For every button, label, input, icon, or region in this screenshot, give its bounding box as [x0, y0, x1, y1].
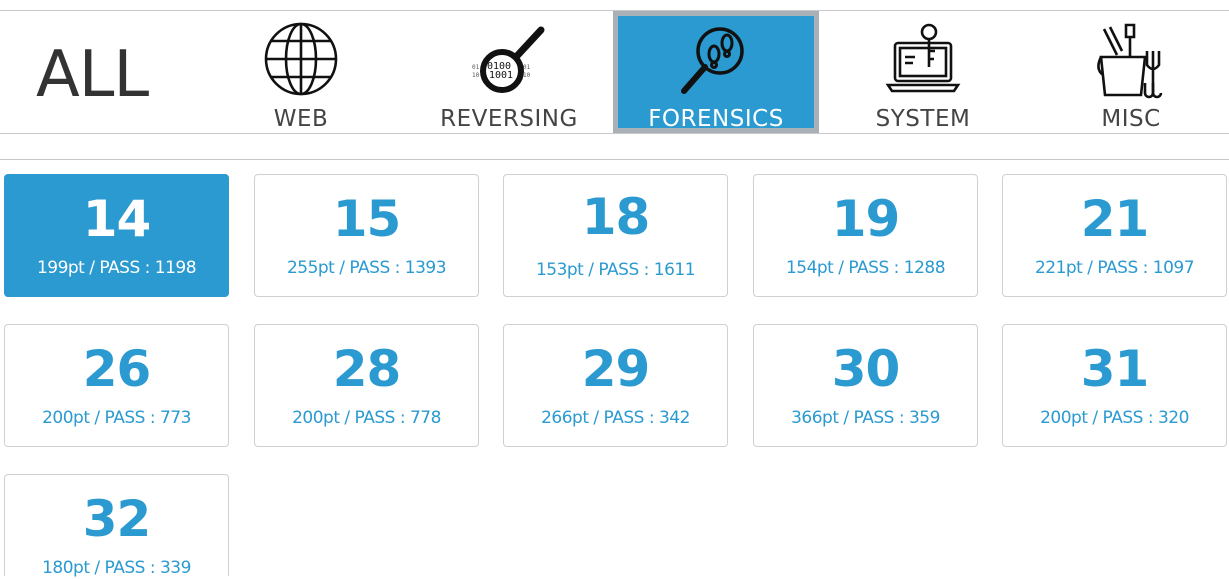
- challenge-card-18[interactable]: 18 153pt / PASS : 1611: [503, 174, 728, 297]
- challenge-info: 153pt / PASS : 1611: [535, 260, 696, 280]
- challenge-number: 29: [581, 340, 651, 398]
- svg-text:01: 01: [472, 64, 480, 71]
- challenge-number: 26: [82, 340, 152, 398]
- svg-text:01: 01: [523, 64, 531, 71]
- challenge-number: 19: [831, 190, 901, 248]
- laptop-key-icon: [883, 21, 963, 101]
- challenge-info: 255pt / PASS : 1393: [286, 258, 447, 278]
- magnifier-footprints-icon: [676, 21, 756, 101]
- category-web[interactable]: WEB: [198, 11, 404, 133]
- header-divider: [0, 133, 1229, 134]
- challenge-info: 154pt / PASS : 1288: [785, 258, 946, 278]
- challenge-card-21[interactable]: 21 221pt / PASS : 1097: [1002, 174, 1227, 297]
- category-forensics[interactable]: FORENSICS: [613, 11, 819, 133]
- challenge-number: 21: [1080, 190, 1150, 248]
- magnifier-binary-icon: 0100 1001 01 10 01 10: [469, 21, 549, 101]
- challenge-number: 30: [831, 340, 901, 398]
- challenge-card-29[interactable]: 29 266pt / PASS : 342: [503, 324, 728, 447]
- category-reversing[interactable]: 0100 1001 01 10 01 10 REVERSING: [406, 11, 612, 133]
- category-all[interactable]: ALL: [36, 40, 149, 110]
- svg-text:10: 10: [523, 72, 531, 79]
- content-divider: [0, 159, 1229, 160]
- challenge-info: 200pt / PASS : 778: [292, 408, 441, 428]
- challenge-info: 200pt / PASS : 320: [1040, 408, 1189, 428]
- challenge-number: 14: [82, 190, 152, 248]
- challenge-info: 221pt / PASS : 1097: [1034, 258, 1195, 278]
- challenge-card-30[interactable]: 30 366pt / PASS : 359: [753, 324, 978, 447]
- category-misc-label: MISC: [1101, 106, 1161, 132]
- challenge-info: 366pt / PASS : 359: [791, 408, 940, 428]
- challenge-number: 28: [332, 340, 402, 398]
- svg-text:1001: 1001: [489, 70, 513, 81]
- challenge-number: 32: [82, 490, 152, 548]
- challenge-card-28[interactable]: 28 200pt / PASS : 778: [254, 324, 479, 447]
- challenge-info: 199pt / PASS : 1198: [36, 258, 197, 278]
- challenge-number: 15: [332, 190, 402, 248]
- challenge-number: 18: [581, 188, 651, 246]
- challenge-card-32[interactable]: 32 180pt / PASS : 339: [4, 474, 229, 578]
- challenge-card-14[interactable]: 14 199pt / PASS : 1198: [4, 174, 229, 297]
- challenge-info: 200pt / PASS : 773: [42, 408, 191, 428]
- category-system-label: SYSTEM: [875, 106, 971, 132]
- category-system[interactable]: SYSTEM: [820, 11, 1026, 133]
- svg-text:10: 10: [472, 72, 480, 79]
- category-misc[interactable]: MISC: [1028, 11, 1229, 133]
- category-reversing-label: REVERSING: [440, 106, 578, 132]
- challenge-card-31[interactable]: 31 200pt / PASS : 320: [1002, 324, 1227, 447]
- category-web-label: WEB: [273, 106, 329, 132]
- challenge-info: 266pt / PASS : 342: [541, 408, 690, 428]
- challenge-card-26[interactable]: 26 200pt / PASS : 773: [4, 324, 229, 447]
- bucket-tools-icon: [1091, 21, 1171, 101]
- globe-icon: [261, 21, 341, 101]
- category-forensics-label: FORENSICS: [648, 106, 784, 132]
- challenge-card-15[interactable]: 15 255pt / PASS : 1393: [254, 174, 479, 297]
- challenge-number: 31: [1080, 340, 1150, 398]
- challenge-card-19[interactable]: 19 154pt / PASS : 1288: [753, 174, 978, 297]
